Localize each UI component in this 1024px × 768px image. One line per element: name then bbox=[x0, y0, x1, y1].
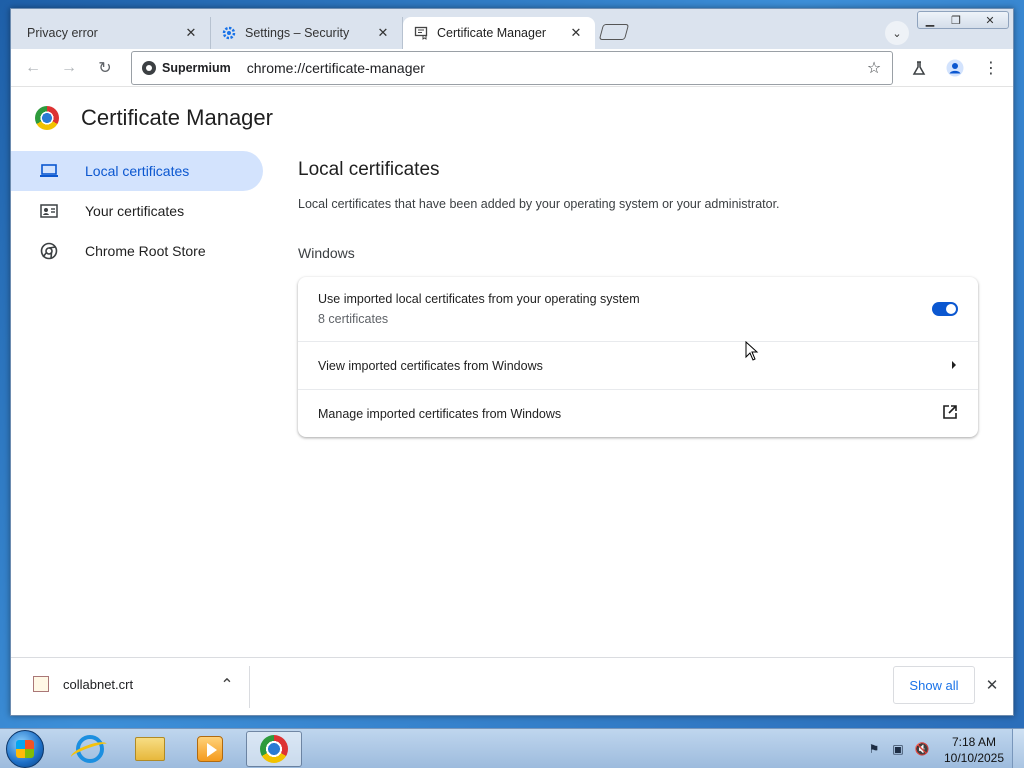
arrow-left-icon: ← bbox=[25, 59, 41, 76]
action-center-flag-icon[interactable]: ⚑ bbox=[866, 741, 882, 757]
media-player-icon bbox=[197, 736, 223, 762]
site-info-chip[interactable]: Supermium bbox=[142, 61, 231, 75]
laptop-icon bbox=[39, 161, 59, 181]
arrow-right-icon: → bbox=[61, 59, 77, 76]
tab-title: Privacy error bbox=[27, 26, 98, 40]
close-icon[interactable]: ✕ bbox=[374, 24, 392, 42]
row-label: Manage imported certificates from Window… bbox=[318, 406, 562, 421]
use-imported-certificates-row[interactable]: Use imported local certificates from you… bbox=[298, 277, 978, 341]
arrow-right-icon bbox=[950, 359, 958, 373]
browser-logo-icon bbox=[142, 61, 156, 75]
tab-title: Certificate Manager bbox=[437, 26, 547, 40]
chip-label: Supermium bbox=[162, 61, 231, 75]
address-bar[interactable]: Supermium chrome://certificate-manager ☆ bbox=[131, 51, 893, 85]
browser-icon bbox=[260, 735, 288, 763]
flask-icon bbox=[912, 61, 926, 75]
sidebar-item-label: Your certificates bbox=[85, 203, 185, 219]
tab-strip: Privacy error ✕ Settings – Security ✕ Ce… bbox=[11, 9, 1013, 49]
clock-date: 10/10/2025 bbox=[943, 751, 1005, 765]
sidebar-item-label: Local certificates bbox=[85, 163, 190, 179]
use-imported-certificates-toggle[interactable] bbox=[932, 302, 958, 316]
sidebar: Local certificates Your certificates Chr… bbox=[11, 151, 263, 271]
taskbar-browser[interactable] bbox=[246, 731, 302, 767]
avatar-icon bbox=[946, 59, 964, 77]
taskbar-internet-explorer[interactable] bbox=[62, 731, 118, 767]
id-card-icon bbox=[39, 201, 59, 221]
labs-button[interactable] bbox=[907, 56, 931, 80]
close-shelf-button[interactable]: ✕ bbox=[981, 674, 1003, 696]
external-link-icon[interactable] bbox=[942, 404, 958, 423]
tab-privacy-error[interactable]: Privacy error ✕ bbox=[17, 17, 211, 49]
certificate-count: 8 certificates bbox=[318, 312, 389, 326]
clock-time: 7:18 AM bbox=[951, 735, 997, 749]
download-item[interactable]: collabnet.crt bbox=[33, 676, 133, 692]
windows-section-label: Windows bbox=[298, 245, 355, 261]
main-panel: Local certificates Local certificates th… bbox=[298, 159, 978, 437]
taskbar-file-explorer[interactable] bbox=[122, 731, 178, 767]
sidebar-item-label: Chrome Root Store bbox=[85, 243, 206, 259]
close-icon: ✕ bbox=[985, 677, 999, 694]
system-clock[interactable]: 7:18 AM 10/10/2025 bbox=[940, 734, 1008, 766]
tab-certificate-manager[interactable]: Certificate Manager ✕ bbox=[403, 17, 595, 49]
back-button[interactable]: ← bbox=[21, 56, 45, 80]
sidebar-item-local-certificates[interactable]: Local certificates bbox=[11, 151, 263, 191]
profile-button[interactable] bbox=[943, 56, 967, 80]
taskbar: ⚑ ▣ 🔇 7:18 AM 10/10/2025 bbox=[0, 728, 1024, 768]
maximize-button[interactable]: ❐ bbox=[943, 11, 969, 29]
browser-window: Privacy error ✕ Settings – Security ✕ Ce… bbox=[10, 8, 1014, 716]
download-shelf: collabnet.crt ⌃ Show all ✕ bbox=[11, 657, 1013, 715]
page-content: Certificate Manager Local certificates Y… bbox=[11, 87, 1013, 657]
new-tab-button[interactable] bbox=[598, 24, 630, 40]
chrome-logo-icon bbox=[35, 106, 59, 130]
reload-button[interactable]: ↻ bbox=[93, 56, 117, 80]
section-description: Local certificates that have been added … bbox=[298, 197, 780, 211]
page-header: Certificate Manager bbox=[35, 105, 273, 131]
download-file-name: collabnet.crt bbox=[63, 676, 134, 692]
windows-logo-icon bbox=[16, 740, 34, 758]
chevron-up-icon: ⌃ bbox=[220, 677, 234, 694]
start-button[interactable] bbox=[6, 730, 44, 768]
gear-icon bbox=[221, 25, 237, 41]
row-label: Use imported local certificates from you… bbox=[318, 292, 640, 306]
show-desktop-button[interactable] bbox=[1012, 729, 1024, 768]
page-title: Certificate Manager bbox=[81, 105, 273, 130]
divider bbox=[249, 666, 250, 708]
chrome-icon bbox=[39, 241, 59, 261]
url-text[interactable]: chrome://certificate-manager bbox=[247, 60, 862, 76]
certificate-icon bbox=[413, 25, 429, 41]
section-heading: Local certificates bbox=[298, 159, 440, 180]
row-label: View imported certificates from Windows bbox=[318, 358, 543, 373]
chevron-down-icon: ⌄ bbox=[892, 27, 902, 40]
taskbar-media-player[interactable] bbox=[182, 731, 238, 767]
tab-search-button[interactable]: ⌄ bbox=[885, 21, 909, 45]
tab-title: Settings – Security bbox=[245, 26, 350, 40]
view-imported-certificates-row[interactable]: View imported certificates from Windows bbox=[298, 341, 978, 389]
close-icon[interactable]: ✕ bbox=[182, 24, 200, 42]
minimize-button[interactable]: ▁ bbox=[917, 11, 943, 29]
menu-button[interactable]: ⋮ bbox=[979, 56, 1003, 80]
mouse-cursor-icon bbox=[745, 341, 759, 361]
volume-muted-icon[interactable]: 🔇 bbox=[914, 741, 930, 757]
row-text: Use imported local certificates from you… bbox=[318, 292, 932, 326]
bookmark-star-icon[interactable]: ☆ bbox=[862, 56, 886, 80]
close-icon[interactable]: ✕ bbox=[567, 24, 585, 42]
sidebar-item-your-certificates[interactable]: Your certificates bbox=[11, 191, 263, 231]
folder-icon bbox=[135, 737, 165, 761]
manage-imported-certificates-row[interactable]: Manage imported certificates from Window… bbox=[298, 389, 978, 437]
reload-icon: ↻ bbox=[98, 60, 112, 77]
forward-button[interactable]: → bbox=[57, 56, 81, 80]
windows-settings-card: Use imported local certificates from you… bbox=[298, 277, 978, 437]
kebab-menu-icon: ⋮ bbox=[983, 60, 999, 77]
internet-explorer-icon bbox=[76, 735, 104, 763]
certificate-file-icon bbox=[33, 676, 49, 692]
browser-toolbar: ← → ↻ Supermium chrome://certificate-man… bbox=[11, 49, 1013, 87]
download-options-button[interactable]: ⌃ bbox=[217, 675, 237, 695]
network-icon[interactable]: ▣ bbox=[890, 741, 906, 757]
close-window-button[interactable]: ✕ bbox=[973, 11, 1007, 29]
show-all-button[interactable]: Show all bbox=[893, 666, 975, 704]
tab-settings-security[interactable]: Settings – Security ✕ bbox=[211, 17, 403, 49]
sidebar-item-chrome-root-store[interactable]: Chrome Root Store bbox=[11, 231, 263, 271]
